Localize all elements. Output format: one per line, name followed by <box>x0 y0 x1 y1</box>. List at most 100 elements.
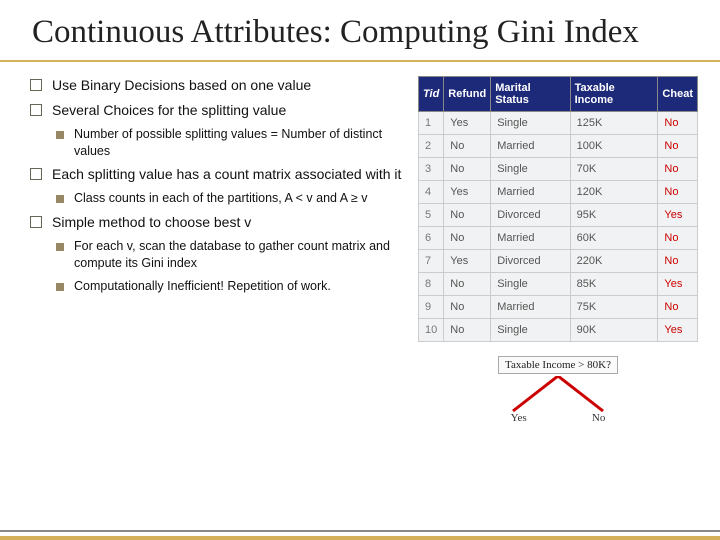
cell-income: 120K <box>570 180 658 203</box>
cell-marital: Married <box>491 180 570 203</box>
table-row: 6NoMarried60KNo <box>419 226 698 249</box>
cell-refund: Yes <box>444 111 491 134</box>
cell-marital: Married <box>491 295 570 318</box>
square-bullet-icon <box>30 79 42 91</box>
sub-bullet-icon <box>56 283 64 291</box>
cell-refund: No <box>444 226 491 249</box>
cell-refund: No <box>444 272 491 295</box>
bullet-text: Simple method to choose best v <box>52 213 251 232</box>
cell-refund: Yes <box>444 249 491 272</box>
bullet-3: Each splitting value has a count matrix … <box>30 165 410 184</box>
decision-tree: Taxable Income > 80K? Yes No <box>418 356 698 436</box>
cell-cheat: Yes <box>658 272 698 295</box>
tree-branches-icon <box>418 376 698 416</box>
bullet-text: Number of possible splitting values = Nu… <box>74 126 410 160</box>
sub-bullet-icon <box>56 243 64 251</box>
table-row: 4YesMarried120KNo <box>419 180 698 203</box>
sub-bullet-icon <box>56 195 64 203</box>
cell-tid: 2 <box>419 134 444 157</box>
bullet-4: Simple method to choose best v <box>30 213 410 232</box>
cell-cheat: No <box>658 295 698 318</box>
square-bullet-icon <box>30 168 42 180</box>
cell-refund: No <box>444 203 491 226</box>
tree-leaf-yes: Yes <box>511 412 527 424</box>
bullet-2: Several Choices for the splitting value <box>30 101 410 120</box>
cell-marital: Single <box>491 111 570 134</box>
table-row: 3NoSingle70KNo <box>419 157 698 180</box>
cell-marital: Married <box>491 226 570 249</box>
cell-income: 90K <box>570 318 658 341</box>
cell-tid: 3 <box>419 157 444 180</box>
cell-refund: No <box>444 157 491 180</box>
cell-income: 125K <box>570 111 658 134</box>
cell-cheat: Yes <box>658 203 698 226</box>
square-bullet-icon <box>30 104 42 116</box>
th-marital: Marital Status <box>491 76 570 111</box>
bullet-text: Each splitting value has a count matrix … <box>52 165 401 184</box>
table-row: 5NoDivorced95KYes <box>419 203 698 226</box>
th-refund: Refund <box>444 76 491 111</box>
th-tid: Tid <box>419 76 444 111</box>
cell-cheat: No <box>658 226 698 249</box>
bullet-4-2: Computationally Inefficient! Repetition … <box>56 278 410 295</box>
th-income: Taxable Income <box>570 76 658 111</box>
cell-tid: 9 <box>419 295 444 318</box>
bullet-1: Use Binary Decisions based on one value <box>30 76 410 95</box>
cell-tid: 5 <box>419 203 444 226</box>
table-body: 1YesSingle125KNo2NoMarried100KNo3NoSingl… <box>419 111 698 341</box>
cell-cheat: Yes <box>658 318 698 341</box>
content-area: Use Binary Decisions based on one value … <box>0 62 720 436</box>
data-table: Tid Refund Marital Status Taxable Income… <box>418 76 698 342</box>
cell-cheat: No <box>658 134 698 157</box>
cell-cheat: No <box>658 157 698 180</box>
bullet-2-1: Number of possible splitting values = Nu… <box>56 126 410 160</box>
cell-income: 75K <box>570 295 658 318</box>
cell-cheat: No <box>658 249 698 272</box>
cell-tid: 4 <box>419 180 444 203</box>
table-row: 7YesDivorced220KNo <box>419 249 698 272</box>
th-cheat: Cheat <box>658 76 698 111</box>
cell-marital: Divorced <box>491 203 570 226</box>
table-row: 10NoSingle90KYes <box>419 318 698 341</box>
cell-tid: 7 <box>419 249 444 272</box>
cell-marital: Single <box>491 157 570 180</box>
cell-marital: Single <box>491 318 570 341</box>
slide-title: Continuous Attributes: Computing Gini In… <box>0 0 720 62</box>
tree-leaf-no: No <box>592 412 605 424</box>
cell-income: 95K <box>570 203 658 226</box>
square-bullet-icon <box>30 216 42 228</box>
bullet-text: Class counts in each of the partitions, … <box>74 190 368 207</box>
cell-refund: Yes <box>444 180 491 203</box>
table-column: Tid Refund Marital Status Taxable Income… <box>418 76 698 436</box>
cell-refund: No <box>444 318 491 341</box>
cell-marital: Divorced <box>491 249 570 272</box>
cell-income: 100K <box>570 134 658 157</box>
table-header-row: Tid Refund Marital Status Taxable Income… <box>419 76 698 111</box>
bullet-text: Use Binary Decisions based on one value <box>52 76 311 95</box>
cell-tid: 8 <box>419 272 444 295</box>
bullet-4-1: For each v, scan the database to gather … <box>56 238 410 272</box>
bullet-text: For each v, scan the database to gather … <box>74 238 410 272</box>
bullet-3-1: Class counts in each of the partitions, … <box>56 190 410 207</box>
cell-income: 60K <box>570 226 658 249</box>
table-row: 9NoMarried75KNo <box>419 295 698 318</box>
bullet-text: Several Choices for the splitting value <box>52 101 286 120</box>
table-row: 1YesSingle125KNo <box>419 111 698 134</box>
cell-cheat: No <box>658 111 698 134</box>
cell-income: 85K <box>570 272 658 295</box>
cell-marital: Single <box>491 272 570 295</box>
bullet-column: Use Binary Decisions based on one value … <box>30 76 410 436</box>
table-row: 8NoSingle85KYes <box>419 272 698 295</box>
sub-bullet-icon <box>56 131 64 139</box>
cell-tid: 1 <box>419 111 444 134</box>
cell-tid: 6 <box>419 226 444 249</box>
cell-refund: No <box>444 134 491 157</box>
cell-cheat: No <box>658 180 698 203</box>
cell-refund: No <box>444 295 491 318</box>
bullet-text: Computationally Inefficient! Repetition … <box>74 278 331 295</box>
cell-marital: Married <box>491 134 570 157</box>
table-row: 2NoMarried100KNo <box>419 134 698 157</box>
cell-tid: 10 <box>419 318 444 341</box>
cell-income: 70K <box>570 157 658 180</box>
tree-root-node: Taxable Income > 80K? <box>498 356 618 374</box>
